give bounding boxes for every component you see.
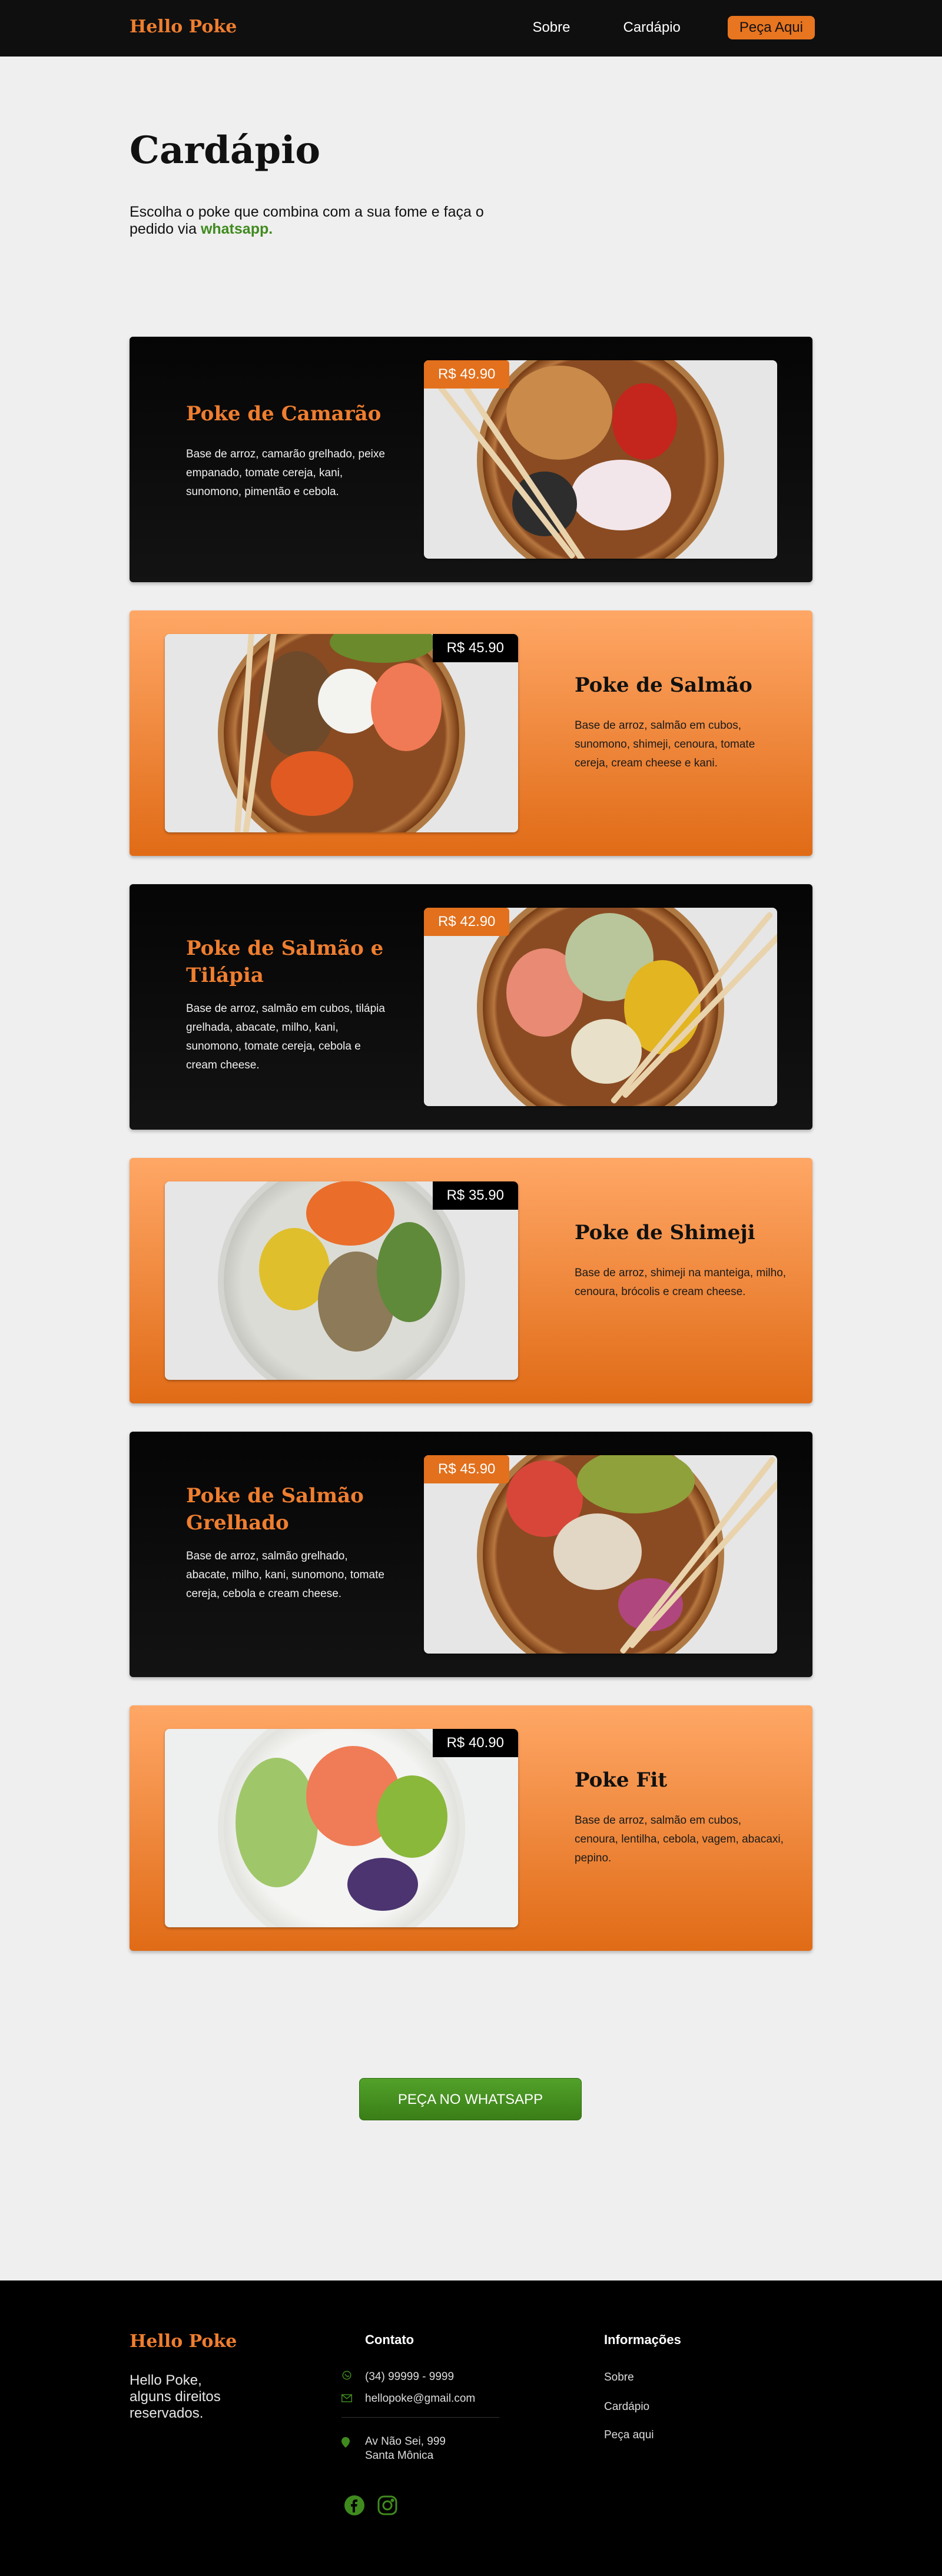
dish-name: Poke de Salmão e Tilápia: [186, 937, 384, 987]
dish-name: Poke de Salmão Grelhado: [186, 1484, 364, 1535]
info-heading: Informações: [604, 2332, 681, 2347]
dish-description: Base de arroz, salmão grelhado, abacate,…: [186, 1550, 384, 1600]
top-navbar: Hello Poke Sobre Cardápio Peça Aqui: [0, 0, 942, 57]
bowl-illustration: [477, 908, 724, 1106]
menu-card-salmao-grelhado: Poke de Salmão Grelhado Base de arroz, s…: [130, 1432, 812, 1677]
card-info: Poke de Salmão Grelhado Base de arroz, s…: [186, 1482, 386, 1604]
dish-photo: R$ 49.90: [424, 360, 777, 559]
contact-divider: [341, 2417, 499, 2418]
card-info: Poke de Shimeji Base de arroz, shimeji n…: [575, 1219, 787, 1302]
contact-address: Av Não Sei, 999 Santa Mônica: [341, 2435, 446, 2463]
price-tag: R$ 42.90: [424, 908, 510, 936]
contact-email[interactable]: hellopoke@gmail.com: [341, 2392, 475, 2405]
footer-link-cardapio[interactable]: Cardápio: [604, 2401, 649, 2414]
dish-photo: R$ 35.90: [165, 1181, 518, 1380]
whatsapp-cta-section: PEÇA NO WHATSAPP: [0, 1979, 942, 2280]
contact-heading: Contato: [365, 2332, 414, 2347]
dish-photo: R$ 42.90: [424, 908, 777, 1106]
nav-link-sobre[interactable]: Sobre: [532, 16, 570, 39]
dish-photo: R$ 40.90: [165, 1729, 518, 1927]
card-info: Poke de Salmão Base de arroz, salmão em …: [575, 672, 787, 773]
price-tag: R$ 45.90: [432, 634, 518, 662]
location-pin-icon: [341, 2435, 365, 2451]
dish-description: Base de arroz, camarão grelhado, peixe e…: [186, 448, 385, 498]
bowl-illustration: [218, 1181, 465, 1380]
dish-photo: R$ 45.90: [424, 1455, 777, 1654]
whatsapp-highlight: whatsapp: [200, 221, 269, 237]
price-tag: R$ 45.90: [424, 1455, 510, 1483]
whatsapp-icon: [341, 2370, 365, 2384]
menu-card-salmao: R$ 45.90 Poke de Salmão Base de arroz, s…: [130, 610, 812, 856]
dish-name: Poke de Shimeji: [575, 1221, 755, 1244]
copyright-text: Hello Poke, alguns direitos reservados.: [130, 2372, 221, 2421]
card-info: Poke Fit Base de arroz, salmão em cubos,…: [575, 1767, 787, 1868]
intro-text-main: Escolha o poke que combina com a sua fom…: [130, 204, 484, 237]
nav-link-cardapio[interactable]: Cardápio: [623, 16, 681, 39]
phone-number: (34) 99999 - 9999: [365, 2370, 455, 2383]
dish-description: Base de arroz, salmão em cubos, cenoura,…: [575, 1814, 784, 1864]
instagram-icon[interactable]: [377, 2495, 398, 2516]
bowl-illustration: [477, 1455, 724, 1654]
menu-card-salmao-tilapia: Poke de Salmão e Tilápia Base de arroz, …: [130, 884, 812, 1130]
contact-phone[interactable]: (34) 99999 - 9999: [341, 2370, 454, 2384]
card-info: Poke de Salmão e Tilápia Base de arroz, …: [186, 935, 386, 1075]
bowl-illustration: [218, 1729, 465, 1927]
whatsapp-order-button[interactable]: PEÇA NO WHATSAPP: [359, 2078, 582, 2120]
footer-link-sobre[interactable]: Sobre: [604, 2371, 634, 2384]
email-address: hellopoke@gmail.com: [365, 2392, 476, 2405]
dish-name: Poke de Camarão: [186, 402, 382, 426]
page-title: Cardápio: [130, 128, 321, 172]
menu-list: Poke de Camarão Base de arroz, camarão g…: [0, 337, 942, 1951]
footer: Hello Poke Hello Poke, alguns direitos r…: [0, 2280, 942, 2576]
brand-logo[interactable]: Hello Poke: [130, 16, 237, 37]
address-line-2: Santa Mônica: [365, 2449, 434, 2462]
footer-link-peca-aqui[interactable]: Peça aqui: [604, 2429, 654, 2442]
dish-name: Poke Fit: [575, 1768, 668, 1792]
mail-icon: [341, 2393, 365, 2405]
menu-card-camarao: Poke de Camarão Base de arroz, camarão g…: [130, 337, 812, 582]
facebook-icon[interactable]: [344, 2495, 365, 2516]
dish-description: Base de arroz, shimeji na manteiga, milh…: [575, 1267, 787, 1298]
social-links: [344, 2495, 410, 2516]
menu-card-fit: R$ 40.90 Poke Fit Base de arroz, salmão …: [130, 1705, 812, 1951]
price-tag: R$ 40.90: [432, 1729, 518, 1757]
main-nav: Sobre Cardápio Peça Aqui: [479, 16, 815, 39]
dish-description: Base de arroz, salmão em cubos, tilápia …: [186, 1002, 385, 1071]
dish-name: Poke de Salmão: [575, 673, 752, 697]
bowl-illustration: [218, 634, 465, 832]
dish-description: Base de arroz, salmão em cubos, sunomono…: [575, 719, 755, 769]
nav-order-button[interactable]: Peça Aqui: [727, 16, 815, 39]
dish-photo: R$ 45.90: [165, 634, 518, 832]
price-tag: R$ 35.90: [432, 1181, 518, 1210]
card-info: Poke de Camarão Base de arroz, camarão g…: [186, 400, 386, 502]
price-tag: R$ 49.90: [424, 360, 510, 389]
address-line-1: Av Não Sei, 999: [365, 2435, 446, 2448]
menu-hero: Cardápio Escolha o poke que combina com …: [0, 57, 942, 337]
footer-brand[interactable]: Hello Poke: [130, 2331, 237, 2352]
menu-card-shimeji: R$ 35.90 Poke de Shimeji Base de arroz, …: [130, 1158, 812, 1403]
intro-period: .: [268, 221, 273, 237]
intro-text: Escolha o poke que combina com a sua fom…: [130, 204, 530, 238]
